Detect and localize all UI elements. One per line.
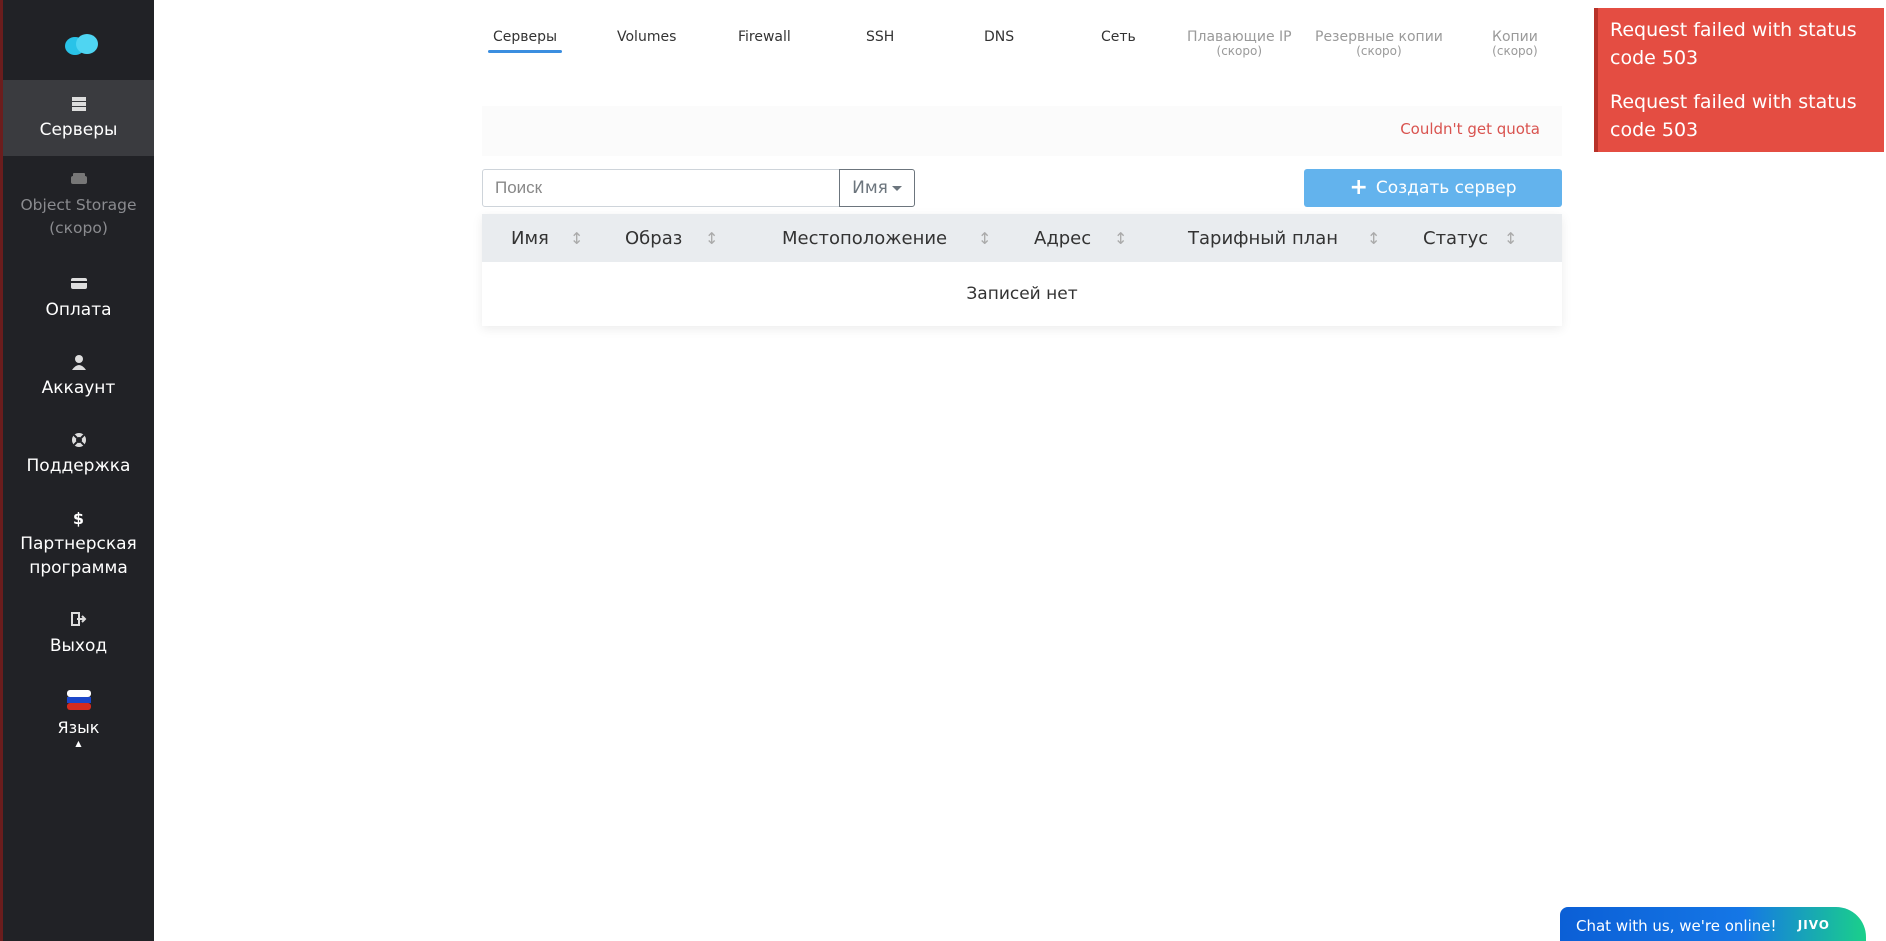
tab-label: Сеть	[1101, 29, 1136, 45]
chat-widget[interactable]: Chat with us, we're online! JIVO	[1560, 907, 1866, 941]
tab-soon-label: (скоро)	[1216, 44, 1263, 58]
error-toast[interactable]: Request failed with status code 503	[1594, 80, 1884, 152]
tab-soon-label: (скоро)	[1492, 44, 1538, 58]
search-filter-label: Имя	[852, 178, 888, 198]
tab-firewall[interactable]: Firewall	[738, 28, 791, 46]
sidebar-item-logout[interactable]: Выход	[3, 612, 154, 658]
dollar-icon: $	[72, 509, 85, 528]
tab-snapshots: Копии (скоро)	[1492, 28, 1538, 57]
sidebar-item-label: Выход	[49, 636, 108, 656]
sidebar-item-label: Серверы	[39, 120, 118, 140]
error-toast[interactable]: Request failed with status code 503	[1594, 8, 1884, 80]
sidebar-item-label: Язык	[57, 718, 100, 737]
server-icon	[3, 96, 154, 114]
sidebar-item-label: Object Storage (скоро)	[20, 196, 137, 237]
cloud-logo-icon[interactable]	[63, 32, 99, 56]
quota-error-message: Couldn't get quota	[1400, 120, 1540, 138]
tab-label: Firewall	[738, 29, 791, 45]
tab-servers[interactable]: Серверы	[488, 28, 563, 53]
active-tab-indicator	[488, 50, 563, 53]
tab-floating-ip: Плавающие IP (скоро)	[1187, 28, 1292, 57]
table-empty-message: Записей нет	[966, 284, 1078, 304]
tab-backups: Резервные копии (скоро)	[1315, 28, 1443, 57]
plus-icon: +	[1349, 175, 1368, 200]
caret-down-icon	[891, 185, 902, 191]
logout-icon	[3, 612, 154, 630]
column-header-location[interactable]: Местоположение	[782, 228, 947, 249]
quota-panel: Couldn't get quota	[482, 106, 1562, 156]
tab-label: Серверы	[493, 29, 558, 45]
sidebar-item-payment[interactable]: Оплата	[3, 276, 154, 322]
sidebar-item-label: Партнерская программа	[20, 534, 137, 578]
tab-label: DNS	[984, 29, 1015, 45]
tab-volumes[interactable]: Volumes	[617, 28, 676, 46]
sort-icon[interactable]: ↕	[1367, 229, 1380, 248]
flag-ru-icon	[3, 690, 154, 712]
create-server-button[interactable]: + Создать сервер	[1304, 169, 1562, 207]
column-header-tariff[interactable]: Тарифный план	[1188, 228, 1338, 249]
table-header: Имя ↕ Образ ↕ Местоположение ↕ Адрес ↕ Т…	[482, 214, 1562, 262]
tab-label: Плавающие IP	[1187, 29, 1292, 45]
jivo-logo-icon: JIVO	[1797, 918, 1830, 932]
sidebar-item-label: Поддержка	[26, 456, 131, 476]
column-header-image[interactable]: Образ	[625, 228, 682, 249]
sort-icon[interactable]: ↕	[1114, 229, 1127, 248]
sort-icon[interactable]: ↕	[1504, 229, 1517, 248]
sidebar-item-language[interactable]: Язык ▲	[3, 690, 154, 748]
tab-label: Резервные копии	[1315, 29, 1443, 45]
support-icon	[3, 432, 154, 450]
search-input[interactable]	[482, 169, 840, 207]
chevron-up-icon: ▲	[75, 739, 82, 748]
credit-card-icon	[3, 276, 154, 294]
tab-ssh[interactable]: SSH	[866, 28, 894, 46]
storage-icon	[3, 172, 154, 190]
sidebar-item-servers[interactable]: Серверы	[3, 80, 154, 156]
search-filter-dropdown[interactable]: Имя	[839, 169, 915, 207]
sidebar-item-account[interactable]: Аккаунт	[3, 354, 154, 400]
sidebar-item-object-storage: Object Storage (скоро)	[3, 172, 154, 240]
column-header-name[interactable]: Имя	[511, 228, 549, 249]
create-server-label: Создать сервер	[1375, 178, 1517, 198]
sidebar-item-label: Аккаунт	[41, 378, 116, 398]
sort-icon[interactable]: ↕	[705, 229, 718, 248]
tab-network[interactable]: Сеть	[1101, 28, 1136, 46]
tab-soon-label: (скоро)	[1356, 44, 1402, 58]
tab-label: SSH	[866, 29, 895, 45]
servers-table: Имя ↕ Образ ↕ Местоположение ↕ Адрес ↕ Т…	[482, 214, 1562, 326]
sort-icon[interactable]: ↕	[978, 229, 991, 248]
tab-label: Volumes	[617, 29, 677, 45]
tab-label: Копии	[1492, 29, 1538, 45]
chat-widget-text: Chat with us, we're online!	[1576, 917, 1777, 935]
sidebar-item-partner-program[interactable]: $ Партнерская программа	[3, 510, 154, 580]
sidebar-item-label: Оплата	[45, 300, 112, 320]
column-header-address[interactable]: Адрес	[1034, 228, 1091, 249]
column-header-status[interactable]: Статус	[1423, 228, 1488, 249]
sidebar-item-support[interactable]: Поддержка	[3, 432, 154, 478]
tab-dns[interactable]: DNS	[984, 28, 1014, 46]
sidebar: Серверы Object Storage (скоро) Оплата Ак…	[0, 0, 154, 941]
sort-icon[interactable]: ↕	[570, 229, 583, 248]
user-icon	[3, 354, 154, 372]
